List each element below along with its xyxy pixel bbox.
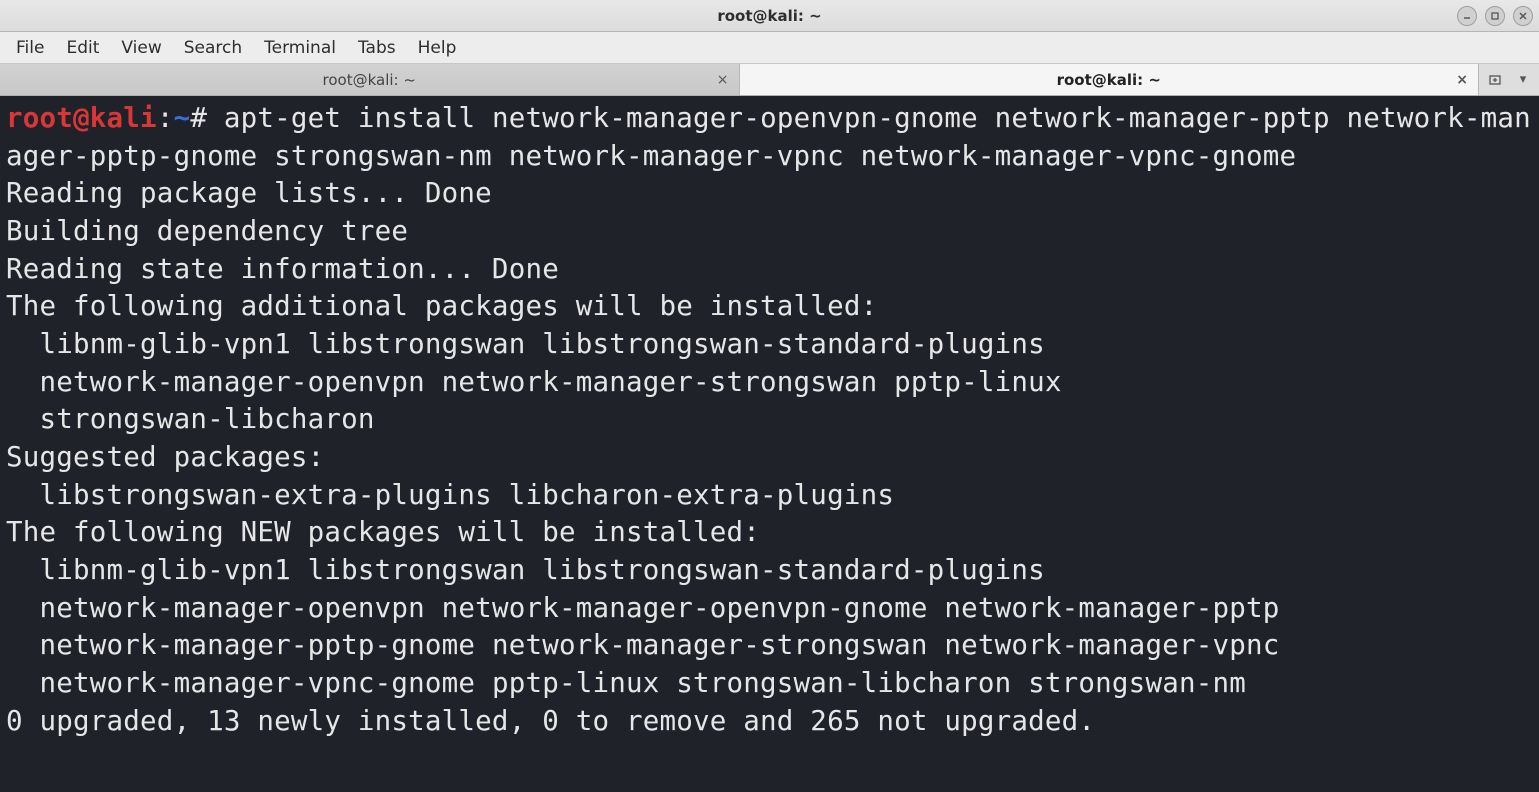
menu-view[interactable]: View <box>111 34 171 62</box>
chevron-down-icon[interactable]: ▾ <box>1512 69 1534 91</box>
terminal-output-line: Reading package lists... Done <box>6 177 492 209</box>
terminal-output-line: Building dependency tree <box>6 215 408 247</box>
terminal-output-line: Reading state information... Done <box>6 253 559 285</box>
tab-label: root@kali: ~ <box>323 71 416 89</box>
close-icon[interactable]: × <box>717 72 729 88</box>
terminal-output-line: libstrongswan-extra-plugins libcharon-ex… <box>6 479 894 511</box>
command-text: apt-get install network-manager-openvpn-… <box>6 102 1531 172</box>
minimize-button[interactable] <box>1457 6 1477 26</box>
terminal-output-line: Suggested packages: <box>6 441 324 473</box>
window-titlebar: root@kali: ~ <box>0 0 1539 32</box>
terminal-output-line: network-manager-pptp-gnome network-manag… <box>6 629 1280 661</box>
terminal-output-line: network-manager-openvpn network-manager-… <box>6 592 1280 624</box>
tab-1[interactable]: root@kali: ~ × <box>740 64 1480 95</box>
new-tab-button[interactable] <box>1484 69 1506 91</box>
prompt-path: ~ <box>174 102 191 134</box>
close-icon[interactable]: × <box>1456 72 1468 88</box>
terminal-output-line: The following additional packages will b… <box>6 290 877 322</box>
menu-terminal[interactable]: Terminal <box>254 34 346 62</box>
tab-tools: ▾ <box>1479 64 1539 95</box>
terminal-output-line: The following NEW packages will be insta… <box>6 516 760 548</box>
prompt-hash: # <box>190 102 207 134</box>
window-title: root@kali: ~ <box>717 7 821 25</box>
menu-bar: File Edit View Search Terminal Tabs Help <box>0 32 1539 64</box>
prompt-user: root@kali <box>6 102 157 134</box>
menu-tabs[interactable]: Tabs <box>348 34 406 62</box>
menu-search[interactable]: Search <box>174 34 252 62</box>
window-controls <box>1457 6 1533 26</box>
tab-bar: root@kali: ~ × root@kali: ~ × ▾ <box>0 64 1539 96</box>
menu-help[interactable]: Help <box>408 34 467 62</box>
terminal-output-line: network-manager-openvpn network-manager-… <box>6 366 1062 398</box>
tab-0[interactable]: root@kali: ~ × <box>0 64 740 95</box>
prompt-sep: : <box>157 102 174 134</box>
terminal-area[interactable]: root@kali:~# apt-get install network-man… <box>0 96 1539 792</box>
close-button[interactable] <box>1513 6 1533 26</box>
terminal-output-line: 0 upgraded, 13 newly installed, 0 to rem… <box>6 705 1095 737</box>
menu-file[interactable]: File <box>6 34 54 62</box>
maximize-button[interactable] <box>1485 6 1505 26</box>
terminal-output-line: strongswan-libcharon <box>6 403 375 435</box>
terminal-output-line: network-manager-vpnc-gnome pptp-linux st… <box>6 667 1246 699</box>
terminal-output-line: libnm-glib-vpn1 libstrongswan libstrongs… <box>6 328 1045 360</box>
tab-label: root@kali: ~ <box>1057 71 1161 89</box>
menu-edit[interactable]: Edit <box>56 34 109 62</box>
terminal-output-line: libnm-glib-vpn1 libstrongswan libstrongs… <box>6 554 1045 586</box>
